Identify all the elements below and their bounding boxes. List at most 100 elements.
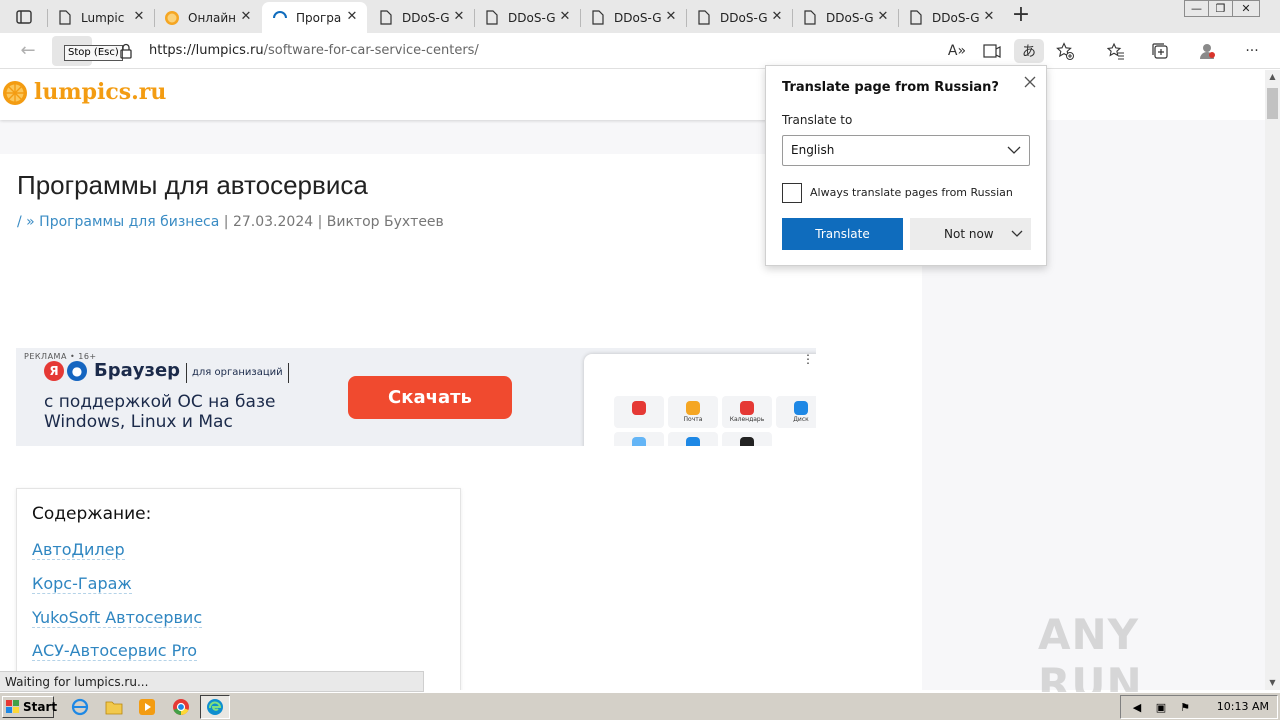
loading-icon (272, 10, 288, 26)
translate-to-label: Translate to (782, 113, 853, 127)
chevron-down-icon[interactable] (1011, 229, 1023, 239)
page-icon (590, 10, 606, 26)
post-meta: / » Программы для бизнеса | 27.03.2024 |… (17, 214, 444, 230)
url-path: /software-for-car-service-centers/ (263, 43, 479, 58)
read-aloud-icon[interactable]: A» (944, 39, 970, 63)
chevron-down-icon (1007, 146, 1021, 154)
tab-title: DDoS-G (826, 10, 874, 25)
restore-button[interactable]: ❐ (1208, 0, 1233, 17)
close-icon[interactable]: ✕ (982, 10, 996, 24)
ad-tile: Диск (776, 396, 816, 428)
edge-taskbar-icon[interactable] (200, 695, 230, 719)
ad-banner[interactable]: РЕКЛАМА • 16+ Я ● Браузер для организаци… (16, 348, 816, 446)
page-scrollbar[interactable]: ▲ ▼ (1265, 70, 1280, 690)
close-icon[interactable]: ✕ (452, 10, 466, 24)
tab-2[interactable]: Онлайн ✕ (154, 2, 261, 33)
tab-1[interactable]: Lumpic ✕ (47, 2, 154, 33)
tab-title: Програ (296, 10, 342, 25)
internet-explorer-icon[interactable] (69, 697, 91, 717)
tab-title: DDoS-G (402, 10, 450, 25)
close-icon[interactable]: ✕ (664, 10, 678, 24)
toc-item[interactable]: YukoSoft Автосервис (32, 608, 203, 628)
close-icon[interactable] (1022, 74, 1038, 90)
lock-icon[interactable] (119, 43, 133, 59)
tab-8[interactable]: DDoS-G ✕ (792, 2, 898, 33)
ad-line-1: с поддержкой ОС на базе (44, 392, 276, 412)
ad-screenshot: Почта Календарь Диск (584, 354, 816, 446)
tab-4[interactable]: DDoS-G ✕ (368, 2, 474, 33)
popup-title: Translate page from Russian? (782, 80, 999, 95)
address-bar[interactable]: https://lumpics.ru/software-for-car-serv… (149, 43, 479, 58)
immersive-reader-icon[interactable] (979, 39, 1005, 63)
ad-text: с поддержкой ОС на базе Windows, Linux и… (44, 392, 275, 432)
chrome-icon[interactable] (170, 697, 192, 717)
scroll-down-icon[interactable]: ▼ (1265, 676, 1280, 690)
translate-icon[interactable]: あ (1014, 39, 1044, 63)
scroll-up-icon[interactable]: ▲ (1265, 70, 1280, 84)
tab-title: Lumpic (81, 10, 125, 25)
ad-tile: Календарь (722, 396, 772, 428)
flag-icon[interactable]: ⚑ (1177, 700, 1193, 716)
close-icon[interactable]: ✕ (558, 10, 572, 24)
anyrun-watermark: ANY RUN (1038, 610, 1238, 708)
folder-icon[interactable] (103, 697, 125, 717)
not-now-button[interactable]: Not now (910, 218, 1031, 250)
close-icon[interactable]: ✕ (770, 10, 784, 24)
system-tray: ◀ ▣ ⚑ 10:13 AM (1120, 695, 1278, 719)
page-icon (908, 10, 924, 26)
tab-5[interactable]: DDoS-G ✕ (474, 2, 580, 33)
toc-item[interactable]: Корс-Гараж (32, 574, 132, 594)
ad-tile (668, 432, 718, 446)
web-page: lumpics.ru Программы для автосервиса / »… (0, 70, 1265, 690)
add-favorite-icon[interactable] (1052, 39, 1078, 63)
page-icon (696, 10, 712, 26)
profile-icon[interactable] (1194, 39, 1220, 63)
breadcrumb[interactable]: / » Программы для бизнеса (17, 214, 219, 230)
ad-menu-icon[interactable]: ⋮ (802, 352, 814, 366)
ad-tile (722, 432, 772, 446)
post-date: 27.03.2024 (232, 214, 314, 230)
page-icon (57, 10, 73, 26)
close-icon[interactable]: ✕ (239, 10, 253, 24)
more-menu-icon[interactable]: ··· (1239, 39, 1265, 63)
taskbar: Start ◀ ▣ ⚑ 10:13 AM (0, 692, 1280, 720)
language-select[interactable]: English (782, 135, 1030, 166)
orange-logo-icon[interactable] (2, 80, 28, 106)
yandex-logo-icon: Я (44, 360, 64, 381)
toc-item[interactable]: АСУ-Автосервис Pro (32, 641, 198, 661)
close-icon[interactable]: ✕ (132, 10, 146, 24)
tab-6[interactable]: DDoS-G ✕ (580, 2, 686, 33)
tab-9[interactable]: DDoS-G ✕ (898, 2, 1004, 33)
ad-tile-label: Календарь (729, 416, 765, 423)
ad-download-button[interactable]: Скачать (348, 376, 512, 419)
close-icon[interactable]: ✕ (876, 10, 890, 24)
media-player-icon[interactable] (136, 697, 158, 717)
collections-icon[interactable] (1147, 39, 1173, 63)
tab-3-active[interactable]: Програ ✕ (262, 2, 367, 33)
network-icon[interactable]: ▣ (1153, 700, 1169, 716)
table-of-contents: Содержание: АвтоДилер Корс-Гараж YukoSof… (16, 488, 461, 690)
tab-actions-button[interactable] (8, 4, 40, 29)
toc-item[interactable]: АвтоДилер (32, 540, 125, 560)
back-button[interactable]: ← (14, 39, 42, 63)
toc-title: Содержание: (32, 504, 152, 524)
page-icon (484, 10, 500, 26)
scroll-thumb[interactable] (1267, 88, 1278, 119)
close-window-button[interactable]: ✕ (1232, 0, 1260, 17)
new-tab-button[interactable]: + (1009, 4, 1033, 28)
minimize-button[interactable]: — (1184, 0, 1209, 17)
tab-title: DDoS-G (720, 10, 768, 25)
volume-icon[interactable]: ◀ (1129, 700, 1145, 716)
site-logo[interactable]: lumpics.ru (34, 79, 166, 105)
translate-popup: Translate page from Russian? Translate t… (765, 65, 1047, 266)
page-title: Программы для автосервиса (17, 170, 368, 200)
always-translate-checkbox[interactable] (782, 183, 802, 203)
tab-7[interactable]: DDoS-G ✕ (686, 2, 792, 33)
start-button[interactable]: Start (2, 696, 57, 718)
windows-logo-icon (6, 700, 19, 713)
post-author[interactable]: Виктор Бухтеев (327, 214, 444, 230)
favorites-icon[interactable] (1103, 39, 1129, 63)
translate-button[interactable]: Translate (782, 218, 903, 250)
close-icon[interactable]: ✕ (345, 10, 359, 24)
ad-tile-label: Диск (793, 416, 809, 423)
